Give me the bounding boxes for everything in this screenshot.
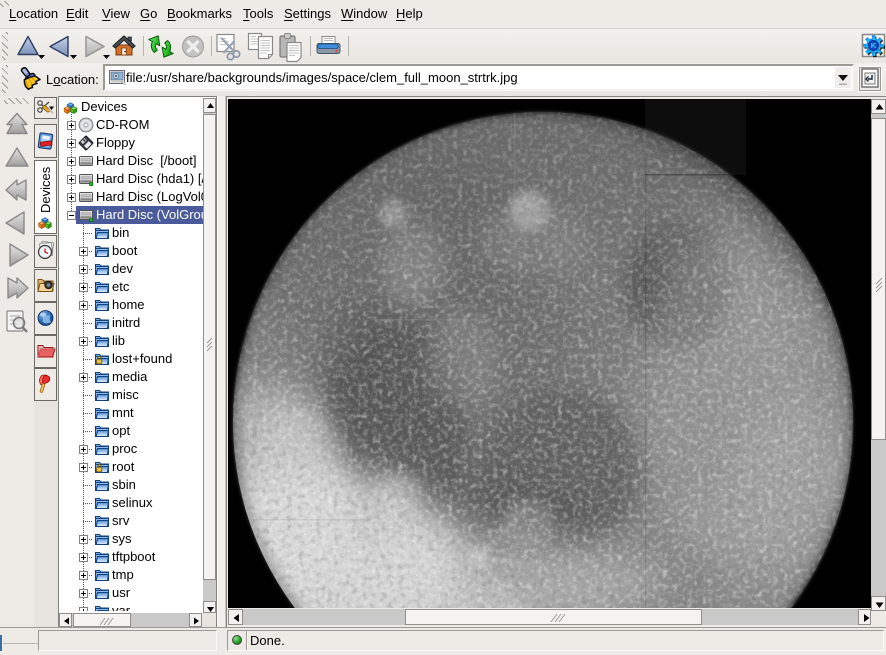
svg-text:K: K bbox=[871, 41, 877, 50]
